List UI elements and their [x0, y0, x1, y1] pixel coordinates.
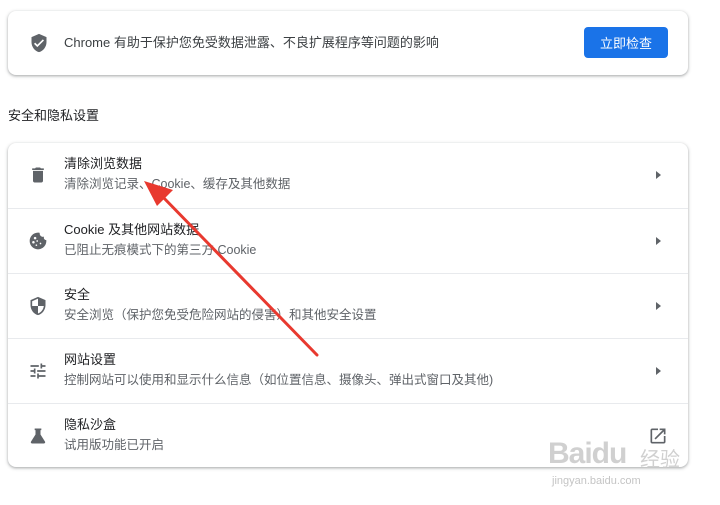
chevron-right-icon: [656, 367, 661, 375]
flask-icon: [30, 428, 46, 444]
chevron-right-icon: [656, 237, 661, 245]
cookies-row[interactable]: Cookie 及其他网站数据 已阻止无痕模式下的第三方 Cookie: [8, 208, 688, 273]
clear-browsing-data-row[interactable]: 清除浏览数据 清除浏览记录、Cookie、缓存及其他数据: [8, 143, 688, 208]
cookie-icon: [29, 232, 47, 250]
watermark-url: jingyan.baidu.com: [552, 475, 641, 487]
row-subtitle: 已阻止无痕模式下的第三方 Cookie: [64, 243, 257, 257]
row-title: Cookie 及其他网站数据: [64, 222, 200, 237]
privacy-sandbox-row[interactable]: 隐私沙盒 试用版功能已开启: [8, 403, 688, 468]
row-title: 隐私沙盒: [64, 417, 117, 432]
security-row[interactable]: 安全 安全浏览（保护您免受危险网站的侵害）和其他安全设置: [8, 273, 688, 338]
section-title: 安全和隐私设置: [8, 108, 100, 123]
external-link-icon[interactable]: [648, 426, 668, 446]
row-subtitle: 试用版功能已开启: [64, 438, 165, 452]
row-title: 安全: [64, 287, 91, 302]
privacy-settings-card: 清除浏览数据 清除浏览记录、Cookie、缓存及其他数据 Cookie 及其他网…: [8, 143, 688, 467]
chevron-right-icon: [656, 171, 661, 179]
trash-icon: [32, 167, 44, 183]
row-title: 清除浏览数据: [64, 156, 143, 171]
row-subtitle: 控制网站可以使用和显示什么信息（如位置信息、摄像头、弹出式窗口及其他): [64, 373, 494, 387]
chevron-right-icon: [656, 302, 661, 310]
check-now-button[interactable]: 立即检查: [584, 27, 668, 58]
safety-check-card: Chrome 有助于保护您免受数据泄露、不良扩展程序等问题的影响 立即检查: [8, 11, 688, 75]
row-subtitle: 清除浏览记录、Cookie、缓存及其他数据: [64, 177, 291, 191]
tune-icon: [30, 363, 46, 379]
row-subtitle: 安全浏览（保护您免受危险网站的侵害）和其他安全设置: [64, 308, 377, 322]
site-settings-row[interactable]: 网站设置 控制网站可以使用和显示什么信息（如位置信息、摄像头、弹出式窗口及其他): [8, 338, 688, 403]
shield-icon: [30, 296, 46, 316]
safety-check-message: Chrome 有助于保护您免受数据泄露、不良扩展程序等问题的影响: [64, 35, 439, 50]
row-title: 网站设置: [64, 352, 117, 367]
shield-check-icon: [31, 33, 47, 53]
